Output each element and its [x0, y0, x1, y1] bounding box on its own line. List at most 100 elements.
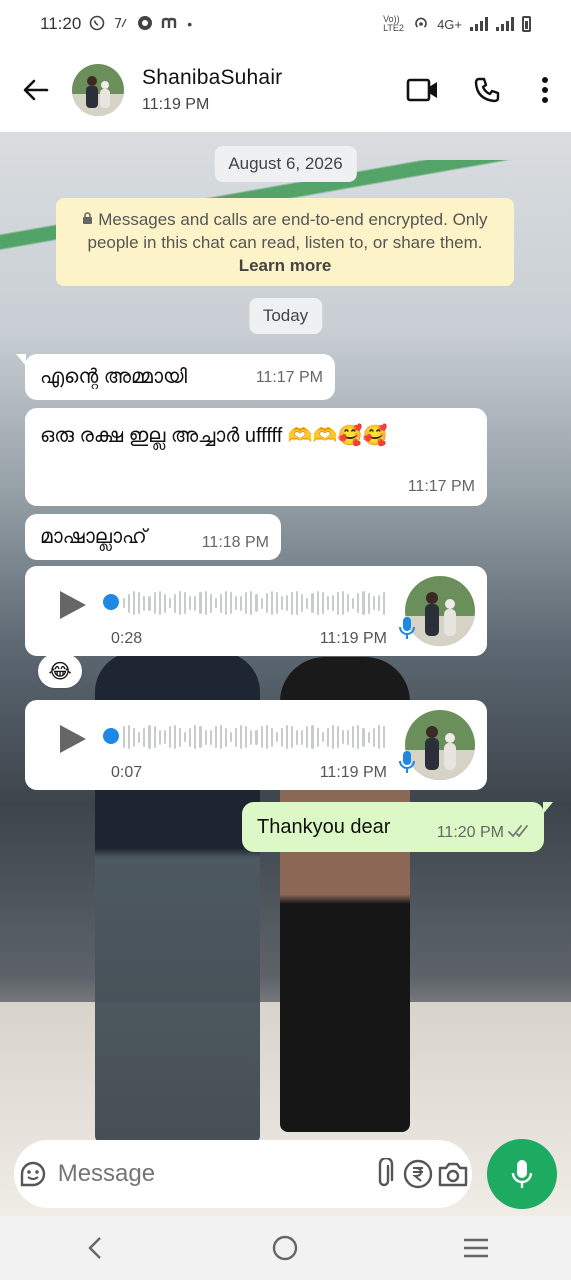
waveform-bar: [260, 726, 263, 748]
waveform-bar: [184, 592, 187, 614]
waveform-bar: [204, 591, 207, 615]
waveform-bar: [143, 727, 146, 747]
waveform-bar: [128, 725, 131, 749]
waveform-bar: [173, 725, 177, 749]
message-time: 11:19 PM: [319, 764, 387, 781]
contact-avatar[interactable]: [72, 64, 124, 116]
waveform-bar: [372, 596, 375, 610]
waveform-bar: [352, 597, 355, 609]
waveform-bar: [342, 730, 345, 744]
encryption-notice[interactable]: Messages and calls are end-to-end encryp…: [56, 198, 514, 286]
waveform-bar: [265, 593, 268, 613]
waveform-bar: [168, 598, 171, 608]
waveform-bar: [280, 727, 283, 747]
back-button[interactable]: [0, 48, 72, 132]
message-text: ഒരു രക്ഷ ഇല്ല അച്ചാർ ufffff 🫶🫶🥰🥰: [40, 425, 388, 447]
video-call-button[interactable]: [391, 48, 455, 132]
waveform-bar: [153, 592, 156, 614]
date-chip: August 6, 2026: [214, 146, 357, 182]
playback-slider-thumb[interactable]: [103, 594, 119, 610]
payment-button[interactable]: [401, 1140, 434, 1208]
waveform-bar: [240, 725, 243, 749]
waveform-bar: [189, 727, 192, 747]
waveform-bar: [311, 593, 314, 613]
waveform-bar: [362, 727, 365, 747]
waveform-bar: [265, 725, 268, 749]
message-input[interactable]: [51, 1160, 368, 1188]
chat-area[interactable]: August 6, 2026 Messages and calls are en…: [0, 132, 571, 1216]
waveform-bar: [357, 725, 360, 749]
play-icon: [60, 725, 86, 753]
status-bar: 11:20 7 • Vo)) LTE2 4G+: [0, 0, 571, 48]
message-bubble-outgoing[interactable]: Thankyou dear 11:20 PM: [242, 802, 553, 852]
read-receipt-icon: [508, 824, 532, 843]
voice-record-button[interactable]: [487, 1139, 557, 1209]
waveform-bar: [199, 726, 202, 748]
play-button[interactable]: [55, 588, 89, 627]
dot-icon: •: [187, 16, 193, 32]
waveform-bar: [173, 593, 177, 613]
message-bubble[interactable]: എന്റെ അമ്മായി 11:17 PM: [16, 354, 335, 400]
waveform-bar: [367, 592, 370, 614]
voice-message[interactable]: 0:07 11:19 PM: [25, 700, 487, 790]
waveform-bar: [138, 731, 141, 743]
voice-duration: 0:28: [111, 630, 143, 647]
microphone-icon: [511, 1160, 533, 1188]
message-bubble[interactable]: ഒരു രക്ഷ ഇല്ല അച്ചാർ ufffff 🫶🫶🥰🥰 11:17 P…: [25, 408, 487, 506]
audio-waveform[interactable]: [123, 588, 385, 618]
waveform-bar: [209, 593, 212, 613]
play-button[interactable]: [55, 722, 89, 761]
waveform-bar: [296, 591, 299, 615]
waveform-bar: [255, 729, 258, 745]
microphone-icon: [399, 750, 415, 779]
attach-button[interactable]: [368, 1140, 401, 1208]
waveform-bar: [163, 730, 166, 744]
nav-home-button[interactable]: [245, 1216, 325, 1280]
waveform-bar: [316, 591, 319, 615]
waveform-bar: [194, 595, 197, 611]
waveform-bar: [235, 727, 238, 747]
waveform-bar: [219, 725, 222, 749]
waveform-bar: [219, 593, 222, 613]
more-options-button[interactable]: [519, 48, 571, 132]
voice-message[interactable]: 0:28 11:19 PM: [25, 566, 487, 656]
waveform-bar: [179, 591, 182, 615]
playback-slider-thumb[interactable]: [103, 728, 119, 744]
system-navigation-bar: [0, 1216, 571, 1280]
waveform-bar: [224, 591, 227, 615]
waveform-bar: [286, 595, 289, 611]
waveform-bar: [250, 591, 253, 615]
waveform-bar: [224, 727, 227, 747]
waveform-bar: [301, 594, 304, 612]
paperclip-icon: [379, 1158, 394, 1187]
contact-info[interactable]: ShanibaSuhair 11:19 PM: [142, 66, 391, 114]
waveform-bar: [255, 594, 258, 612]
voice-call-button[interactable]: [455, 48, 519, 132]
waveform-bar: [377, 725, 380, 749]
waveform-bar: [275, 592, 278, 614]
waveform-bar: [133, 727, 136, 747]
message-bubble[interactable]: മാഷാല്ലാഹ് 11:18 PM: [25, 514, 281, 560]
sticker-button[interactable]: [14, 1140, 52, 1208]
learn-more-link[interactable]: Learn more: [239, 256, 332, 275]
waveform-bar: [362, 591, 365, 615]
camera-button[interactable]: [434, 1140, 472, 1208]
chevron-left-icon: [88, 1237, 102, 1259]
audio-waveform[interactable]: [123, 722, 385, 752]
message-text: മാഷാല്ലാഹ്: [40, 526, 147, 548]
message-text: Thankyou dear: [257, 816, 391, 838]
nav-recents-button[interactable]: [436, 1216, 516, 1280]
waveform-bar: [342, 591, 345, 615]
waveform-bar: [301, 729, 304, 745]
waveform-bar: [148, 725, 151, 749]
waveform-bar: [229, 592, 233, 614]
waveform-bar: [336, 726, 340, 748]
waveform-bar: [214, 598, 217, 608]
nav-back-button[interactable]: [55, 1216, 135, 1280]
waveform-bar: [123, 598, 126, 608]
message-text: എന്റെ അമ്മായി: [40, 366, 187, 388]
waveform-bar: [286, 725, 289, 749]
arrow-left-icon: [23, 79, 49, 101]
signal-icon-sim2: [496, 17, 514, 31]
message-reaction[interactable]: 😂: [38, 654, 82, 688]
